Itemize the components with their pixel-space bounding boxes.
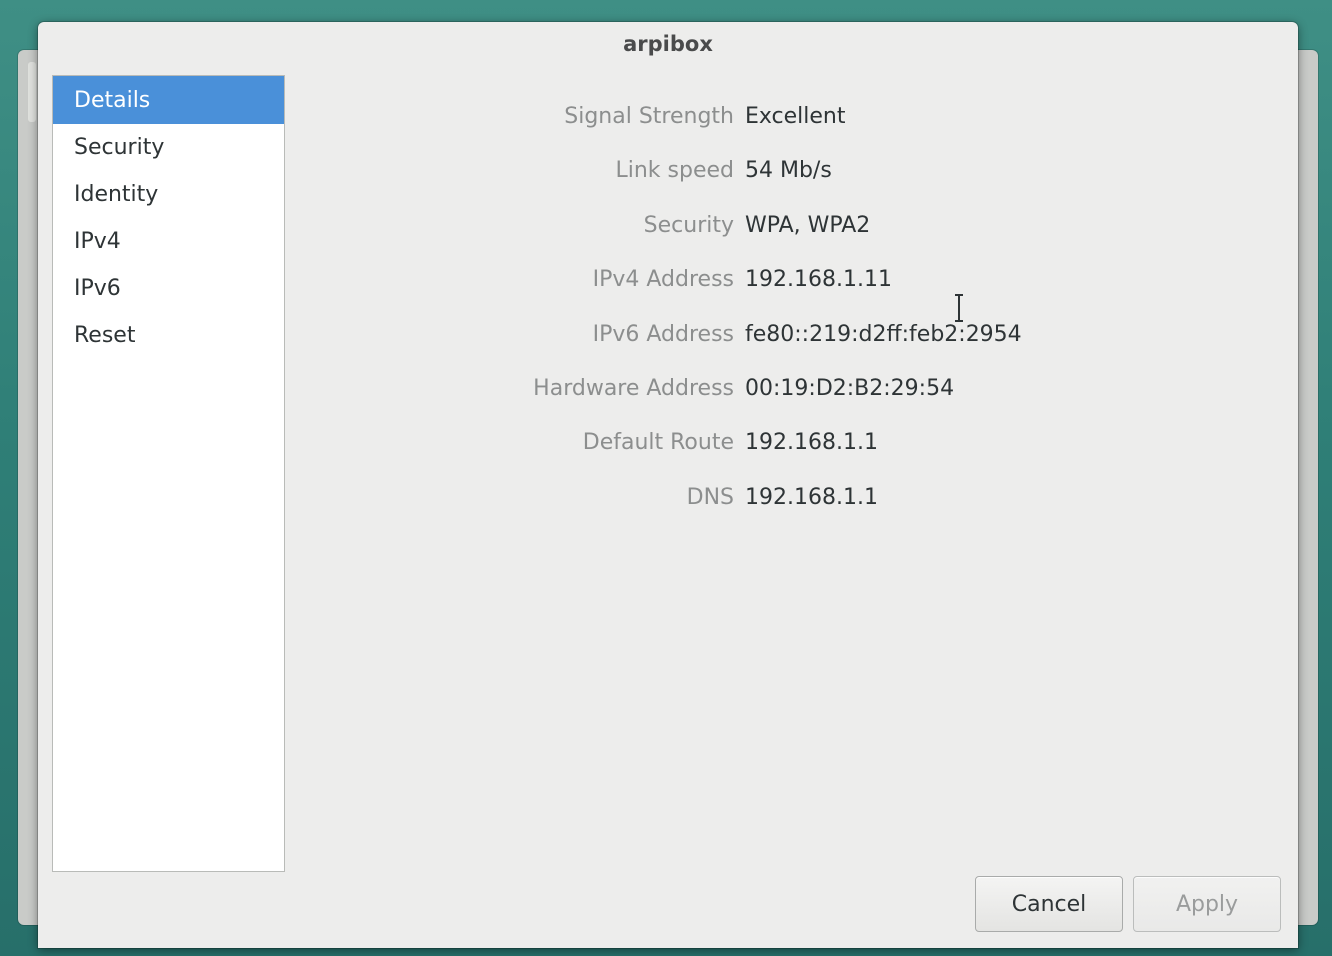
detail-label: Hardware Address [533, 375, 734, 401]
details-panel: Signal Strength Excellent Link speed 54 … [301, 90, 1201, 525]
sidebar-item-security[interactable]: Security [53, 124, 284, 171]
detail-value: WPA, WPA2 [745, 212, 871, 238]
detail-row-hardware-address: Hardware Address 00:19:D2:B2:29:54 [301, 362, 1201, 416]
sidebar: Details Security Identity IPv4 IPv6 Rese… [52, 75, 285, 872]
detail-value: 192.168.1.11 [745, 267, 892, 293]
detail-value: fe80::219:d2ff:feb2:2954 [745, 321, 1022, 347]
network-details-dialog: arpibox Details Security Identity IPv4 I… [38, 22, 1298, 948]
detail-row-signal-strength: Signal Strength Excellent [301, 90, 1201, 144]
background-window-edge [28, 62, 36, 122]
dialog-title: arpibox [623, 32, 713, 56]
detail-row-security: Security WPA, WPA2 [301, 199, 1201, 253]
detail-row-ipv4-address: IPv4 Address 192.168.1.11 [301, 253, 1201, 307]
apply-button[interactable]: Apply [1133, 876, 1281, 932]
detail-value: 00:19:D2:B2:29:54 [745, 375, 955, 401]
detail-row-dns: DNS 192.168.1.1 [301, 471, 1201, 525]
sidebar-item-ipv4[interactable]: IPv4 [53, 218, 284, 265]
text-cursor-icon [955, 294, 963, 322]
detail-value: 192.168.1.1 [745, 484, 878, 510]
sidebar-item-ipv6[interactable]: IPv6 [53, 265, 284, 312]
detail-label: Link speed [615, 158, 734, 184]
detail-label: DNS [686, 484, 734, 510]
sidebar-item-details[interactable]: Details [53, 76, 284, 124]
sidebar-item-reset[interactable]: Reset [53, 312, 284, 359]
detail-value: 192.168.1.1 [745, 430, 878, 456]
detail-row-link-speed: Link speed 54 Mb/s [301, 144, 1201, 198]
cancel-button[interactable]: Cancel [975, 876, 1123, 932]
detail-value: Excellent [745, 104, 846, 129]
detail-label: Default Route [582, 430, 734, 456]
detail-row-ipv6-address: IPv6 Address fe80::219:d2ff:feb2:2954 [301, 308, 1201, 362]
detail-value: 54 Mb/s [745, 158, 832, 184]
detail-label: Signal Strength [564, 104, 734, 129]
sidebar-item-identity[interactable]: Identity [53, 171, 284, 218]
detail-label: IPv4 Address [592, 267, 734, 293]
detail-row-default-route: Default Route 192.168.1.1 [301, 416, 1201, 470]
detail-label: Security [643, 212, 734, 238]
detail-label: IPv6 Address [592, 321, 734, 347]
